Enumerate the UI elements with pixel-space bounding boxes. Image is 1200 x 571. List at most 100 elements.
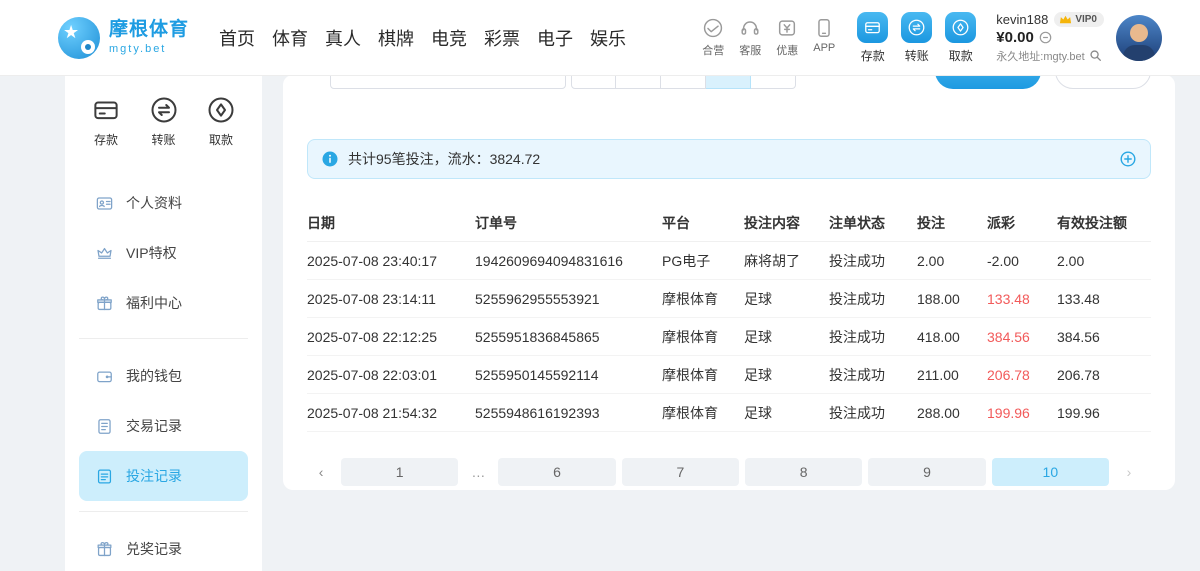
prev-page[interactable]: ‹ bbox=[307, 458, 335, 486]
cell-date: 2025-07-08 22:03:01 bbox=[307, 367, 475, 383]
cell-bet: 288.00 bbox=[917, 405, 987, 421]
avatar-head bbox=[1130, 24, 1148, 42]
body: 存款转账 取款 个人资料 VIP特权福利中心我的钱包交易记录投注记录兑奖记录 bbox=[0, 75, 1200, 571]
handshake-icon bbox=[702, 17, 724, 39]
nav-item-sports[interactable]: 体育 bbox=[272, 25, 308, 51]
header-link-label: 合营 bbox=[702, 42, 724, 58]
header-link-label: 优惠 bbox=[776, 42, 798, 58]
filter-input[interactable] bbox=[330, 75, 566, 89]
cell-bet: 211.00 bbox=[917, 367, 987, 383]
header: ★ 摩根体育 mgty.bet 首页体育真人棋牌电竞彩票电子娱乐 合营客服优惠 A… bbox=[0, 0, 1200, 75]
logo[interactable]: ★ 摩根体育 mgty.bet bbox=[58, 17, 189, 59]
main-nav: 首页体育真人棋牌电竞彩票电子娱乐 bbox=[219, 25, 626, 51]
cell-valid-bet: 206.78 bbox=[1057, 367, 1151, 383]
search-icon[interactable] bbox=[1089, 49, 1102, 62]
pagination: ‹1…678910› bbox=[307, 458, 1151, 486]
withdraw-icon bbox=[206, 95, 236, 125]
sidebar-item-profile[interactable]: 个人资料 bbox=[79, 178, 248, 228]
sidebar-item-label: 投注记录 bbox=[126, 466, 182, 486]
table-row: 2025-07-08 22:12:255255951836845865摩根体育足… bbox=[307, 318, 1151, 356]
column-header: 有效投注额 bbox=[1057, 213, 1151, 233]
filter-segment[interactable] bbox=[661, 75, 706, 89]
sidebar-quick-label: 转账 bbox=[151, 131, 175, 148]
page-6[interactable]: 6 bbox=[498, 458, 615, 486]
sidebar-item-label: 交易记录 bbox=[126, 416, 182, 436]
header-link-label: APP bbox=[813, 42, 835, 54]
sidebar-item-transactions[interactable]: 交易记录 bbox=[79, 401, 248, 451]
page-1[interactable]: 1 bbox=[341, 458, 458, 486]
cell-platform: 摩根体育 bbox=[662, 403, 744, 423]
cell-order-no: 5255950145592114 bbox=[475, 367, 662, 383]
search-button[interactable] bbox=[935, 75, 1041, 89]
logo-icon: ★ bbox=[58, 17, 100, 59]
expand-icon[interactable] bbox=[1120, 151, 1136, 167]
header-withdraw-button[interactable]: 取款 bbox=[945, 12, 976, 64]
sidebar-item-wallet[interactable]: 我的钱包 bbox=[79, 351, 248, 401]
filter-segment-active[interactable] bbox=[706, 75, 751, 89]
sidebar-item-welfare[interactable]: 福利中心 bbox=[79, 278, 248, 328]
summary-bar: 共计95笔投注，流水：3824.72 bbox=[307, 139, 1151, 179]
sidebar-item-redeem[interactable]: 兑奖记录 bbox=[79, 524, 248, 571]
summary-text: 共计95笔投注，流水：3824.72 bbox=[348, 149, 540, 169]
column-header: 平台 bbox=[662, 213, 744, 233]
address-row: 永久地址:mgty.bet bbox=[996, 48, 1104, 64]
page-8[interactable]: 8 bbox=[745, 458, 862, 486]
sidebar-item-bet-records[interactable]: 投注记录 bbox=[79, 451, 248, 501]
bet-records-icon bbox=[95, 467, 114, 486]
filter-segment[interactable] bbox=[751, 75, 796, 89]
sidebar-item-label: 个人资料 bbox=[126, 193, 182, 213]
nav-item-home[interactable]: 首页 bbox=[219, 25, 255, 51]
header-quick-icons: 合营客服优惠 APP bbox=[702, 17, 835, 58]
filter-segment[interactable] bbox=[571, 75, 616, 89]
cell-status: 投注成功 bbox=[829, 365, 917, 385]
header-link-app[interactable]: APP bbox=[813, 17, 835, 58]
header-link-partner[interactable]: 合营 bbox=[702, 17, 724, 58]
refresh-balance-icon[interactable] bbox=[1039, 31, 1052, 44]
page-9[interactable]: 9 bbox=[868, 458, 985, 486]
filter-segment[interactable] bbox=[616, 75, 661, 89]
nav-item-esports[interactable]: 电竞 bbox=[431, 25, 467, 51]
avatar[interactable] bbox=[1116, 15, 1162, 61]
header-transfer-button[interactable]: 转账 bbox=[901, 12, 932, 64]
nav-item-slots[interactable]: 电子 bbox=[537, 25, 573, 51]
cell-payout: 133.48 bbox=[987, 291, 1057, 307]
balance: ¥0.00 bbox=[996, 29, 1034, 46]
nav-item-entertainment[interactable]: 娱乐 bbox=[590, 25, 626, 51]
nav-item-live[interactable]: 真人 bbox=[325, 25, 361, 51]
menu-group: 兑奖记录 bbox=[79, 522, 248, 571]
info-icon bbox=[322, 151, 338, 167]
sidebar-withdraw-button[interactable]: 取款 bbox=[206, 95, 236, 148]
table-header: 日期订单号平台投注内容注单状态投注派彩有效投注额 bbox=[307, 205, 1151, 242]
cell-valid-bet: 384.56 bbox=[1057, 329, 1151, 345]
vip-level: VIP0 bbox=[1075, 14, 1097, 25]
table-row: 2025-07-08 21:54:325255948616192393摩根体育足… bbox=[307, 394, 1151, 432]
cell-order-no: 5255948616192393 bbox=[475, 405, 662, 421]
next-page[interactable]: › bbox=[1115, 458, 1143, 486]
header-deposit-button[interactable]: 存款 bbox=[857, 12, 888, 64]
username[interactable]: kevin188 bbox=[996, 12, 1048, 27]
sidebar-deposit-button[interactable]: 存款 bbox=[91, 95, 121, 148]
sidebar-item-label: VIP特权 bbox=[126, 243, 177, 263]
cell-status: 投注成功 bbox=[829, 251, 917, 271]
page-10[interactable]: 10 bbox=[992, 458, 1109, 486]
menu-group: 个人资料 VIP特权福利中心 bbox=[79, 176, 248, 339]
reset-button[interactable] bbox=[1055, 75, 1151, 89]
vip-badge[interactable]: VIP0 bbox=[1054, 12, 1104, 27]
sidebar-transfer-button[interactable]: 转账 bbox=[149, 95, 179, 148]
nav-item-board-games[interactable]: 棋牌 bbox=[378, 25, 414, 51]
transactions-icon bbox=[95, 417, 114, 436]
sidebar: 存款转账 取款 个人资料 VIP特权福利中心我的钱包交易记录投注记录兑奖记录 bbox=[65, 75, 262, 571]
withdraw-icon-badge bbox=[945, 12, 976, 43]
vip-icon bbox=[95, 244, 114, 263]
cell-bet: 188.00 bbox=[917, 291, 987, 307]
page-7[interactable]: 7 bbox=[622, 458, 739, 486]
sidebar-item-vip[interactable]: VIP特权 bbox=[79, 228, 248, 278]
header-link-service[interactable]: 客服 bbox=[739, 17, 761, 58]
column-header: 投注 bbox=[917, 213, 987, 233]
cell-status: 投注成功 bbox=[829, 327, 917, 347]
sidebar-quick-actions: 存款转账 取款 bbox=[65, 91, 262, 164]
nav-item-lottery[interactable]: 彩票 bbox=[484, 25, 520, 51]
header-link-promo[interactable]: 优惠 bbox=[776, 17, 798, 58]
cell-content: 足球 bbox=[744, 365, 829, 385]
table-row: 2025-07-08 23:40:171942609694094831616PG… bbox=[307, 242, 1151, 280]
